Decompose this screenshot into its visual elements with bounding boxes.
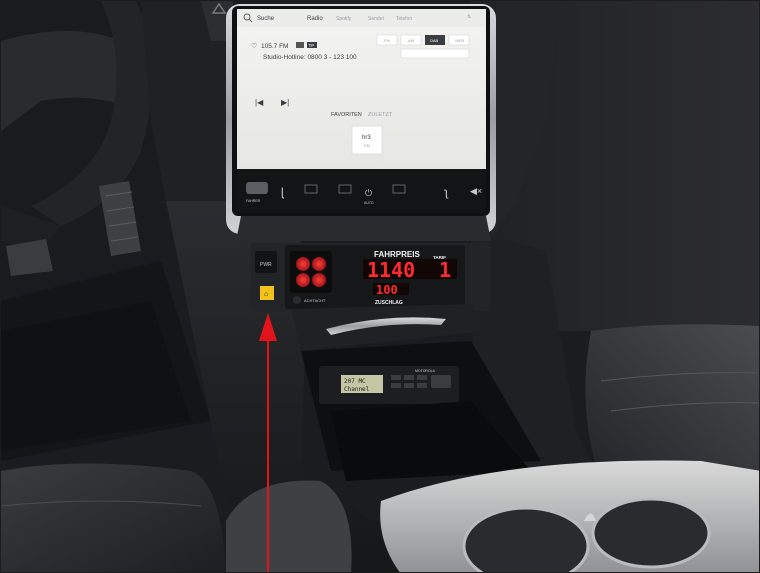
dash-lower-trim <box>236 216 491 241</box>
band-label-dab: DAB <box>430 38 439 43</box>
power-icon[interactable]: ⏻ <box>365 188 372 198</box>
play-icon[interactable]: ▶| <box>281 98 289 107</box>
taxi-light-icon: ⌂ <box>264 291 268 298</box>
signal-strength-icon <box>296 42 304 48</box>
taximeter-key-2[interactable] <box>312 257 326 271</box>
screen-header-bar <box>237 9 486 27</box>
favorite-heart-icon[interactable]: ♡ <box>251 42 257 50</box>
cupholder-left <box>462 506 590 572</box>
tariff-display: 1 <box>439 258 451 282</box>
car-interior-photo: Suche Radio Spotify Sendet Telefon ⇅ ♡ 1… <box>1 1 759 572</box>
tab-telefon[interactable]: Telefon <box>396 16 412 22</box>
fare-display: 1140 <box>367 258 415 282</box>
band-settings-button[interactable] <box>400 48 470 59</box>
cupholder-right <box>591 497 711 569</box>
driver-seat-cushion <box>1 463 226 572</box>
station-badge: TP <box>309 43 315 48</box>
radio-brand: MOTOROLA <box>415 369 436 373</box>
pwr-label: PWR <box>260 262 272 268</box>
surcharge-label: ZUSCHLAG <box>375 300 403 306</box>
band-label-web: WEB <box>455 38 464 43</box>
favorites-tab[interactable]: FAVORITEN <box>331 112 362 118</box>
taximeter-key-4[interactable] <box>312 273 326 287</box>
radio-display-line2: Channel <box>344 386 370 393</box>
preset-name: hr3 <box>362 135 371 141</box>
station-frequency: 105.7 FM <box>261 43 288 50</box>
taximeter-seal-icon <box>293 296 301 304</box>
surcharge-display: 100 <box>376 283 398 297</box>
menu-icon[interactable]: ⇅ <box>467 14 471 20</box>
tab-radio[interactable]: Radio <box>307 16 323 22</box>
photo-frame: Suche Radio Spotify Sendet Telefon ⇅ ♡ 1… <box>0 0 760 573</box>
taximeter-key-3[interactable] <box>296 273 310 287</box>
driver-label: FAHRER <box>246 199 261 203</box>
volume-mute-icon[interactable]: ◀× <box>470 186 482 196</box>
band-label-fm: FM <box>384 38 390 43</box>
climate-auto-label: AUTO <box>364 201 374 205</box>
recent-tab[interactable]: ZULETZT <box>368 112 393 118</box>
search-label[interactable]: Suche <box>257 16 275 22</box>
taximeter-model: ACHTACHT <box>304 298 326 303</box>
tab-spotify[interactable]: Spotify <box>336 16 352 22</box>
radio-display-line1: 207 MC <box>344 378 366 385</box>
climate-bar <box>237 169 486 213</box>
tab-sendet[interactable]: Sendet <box>368 16 384 22</box>
station-hotline: Studio-Hotline: 0800 3 - 123 100 <box>263 54 357 61</box>
taximeter-key-1[interactable] <box>296 257 310 271</box>
previous-track-icon[interactable]: |◀ <box>255 98 264 107</box>
preset-band: FM <box>364 143 370 148</box>
band-label-am: AM <box>408 38 414 43</box>
taximeter-keypad <box>290 251 332 293</box>
car-icon[interactable] <box>246 182 268 194</box>
